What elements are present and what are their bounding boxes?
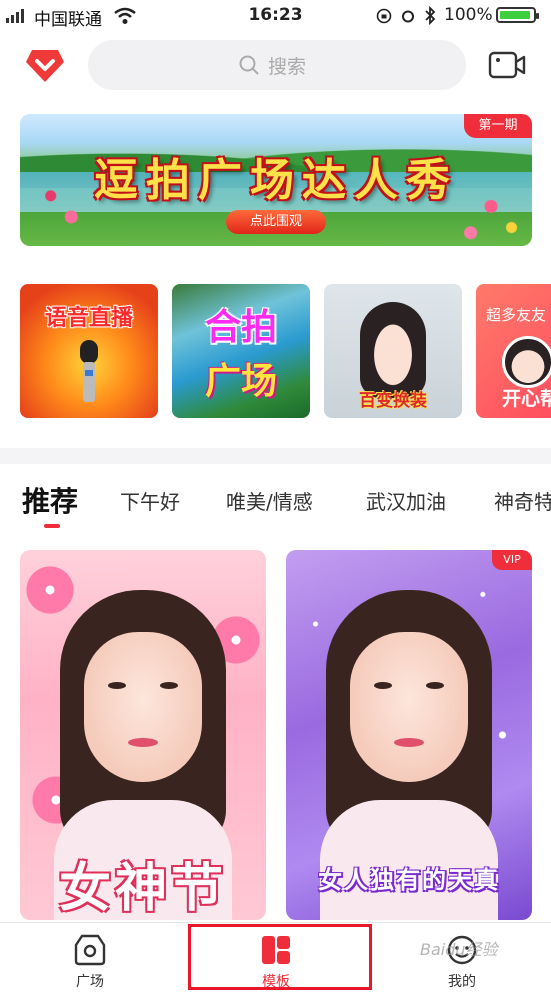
template-card[interactable]: 女人独有的天真 VIP xyxy=(286,550,532,920)
nav-item-square[interactable]: 广场 xyxy=(40,923,140,993)
category-friends[interactable]: 超多友友 开心帮 xyxy=(476,284,551,418)
search-bar[interactable]: 搜索 xyxy=(88,40,466,90)
template-caption: 女神节 xyxy=(58,858,227,919)
banner-cta-button[interactable]: 点此围观 xyxy=(226,210,326,234)
highlight-box xyxy=(188,924,372,990)
portrait-image xyxy=(350,632,468,782)
square-icon xyxy=(74,934,106,966)
battery-icon xyxy=(496,7,539,23)
active-tab-indicator xyxy=(44,524,60,528)
category-duet-square[interactable]: 合拍 广场 xyxy=(172,284,310,418)
category-sub-label: 开心帮 xyxy=(502,388,551,410)
banner-issue-badge: 第一期 xyxy=(464,114,532,138)
avatar xyxy=(502,336,551,388)
watermark: Baidu经验 xyxy=(420,940,498,959)
portrait-image xyxy=(84,632,202,782)
template-caption: 女人独有的天真 xyxy=(318,865,500,894)
nav-label: 我的 xyxy=(448,974,476,990)
category-voice-live[interactable]: 语音直播 xyxy=(20,284,158,418)
alarm-icon xyxy=(402,10,414,23)
vip-badge: VIP xyxy=(492,550,532,570)
microphone-icon xyxy=(80,340,98,402)
tab-aesthetic-emotion[interactable]: 唯美/情感 xyxy=(226,486,313,515)
category-label: 语音直播 xyxy=(44,305,133,331)
category-label-line1: 合拍 xyxy=(204,306,277,348)
nav-label: 广场 xyxy=(76,974,104,990)
battery-percent: 100% xyxy=(444,5,493,25)
category-costume-change[interactable]: 百变换装 xyxy=(324,284,462,418)
flower-decoration xyxy=(20,560,80,620)
search-icon xyxy=(239,55,259,75)
app-logo-icon[interactable] xyxy=(24,44,66,86)
portrait-image xyxy=(360,302,426,398)
template-card[interactable]: 女神节 xyxy=(20,550,266,920)
section-divider xyxy=(0,448,551,464)
tab-wuhan[interactable]: 武汉加油 xyxy=(366,486,446,515)
promo-banner[interactable]: 逗拍广场达人秀 点此围观 第一期 xyxy=(20,114,532,246)
rotation-lock-icon xyxy=(376,8,392,24)
tab-recommend[interactable]: 推荐 xyxy=(22,480,78,520)
category-label-line2: 广场 xyxy=(204,360,277,402)
banner-title: 逗拍广场达人秀 xyxy=(94,155,458,206)
bluetooth-icon xyxy=(425,6,436,25)
category-label: 百变换装 xyxy=(359,391,427,411)
tab-magic[interactable]: 神奇特 xyxy=(494,486,551,515)
tab-good-afternoon[interactable]: 下午好 xyxy=(120,486,180,515)
video-camera-icon[interactable] xyxy=(488,50,526,80)
search-placeholder: 搜索 xyxy=(268,56,307,78)
status-bar: 中国联通 16:23 100% xyxy=(0,0,551,32)
category-label: 超多友友 xyxy=(486,306,547,324)
